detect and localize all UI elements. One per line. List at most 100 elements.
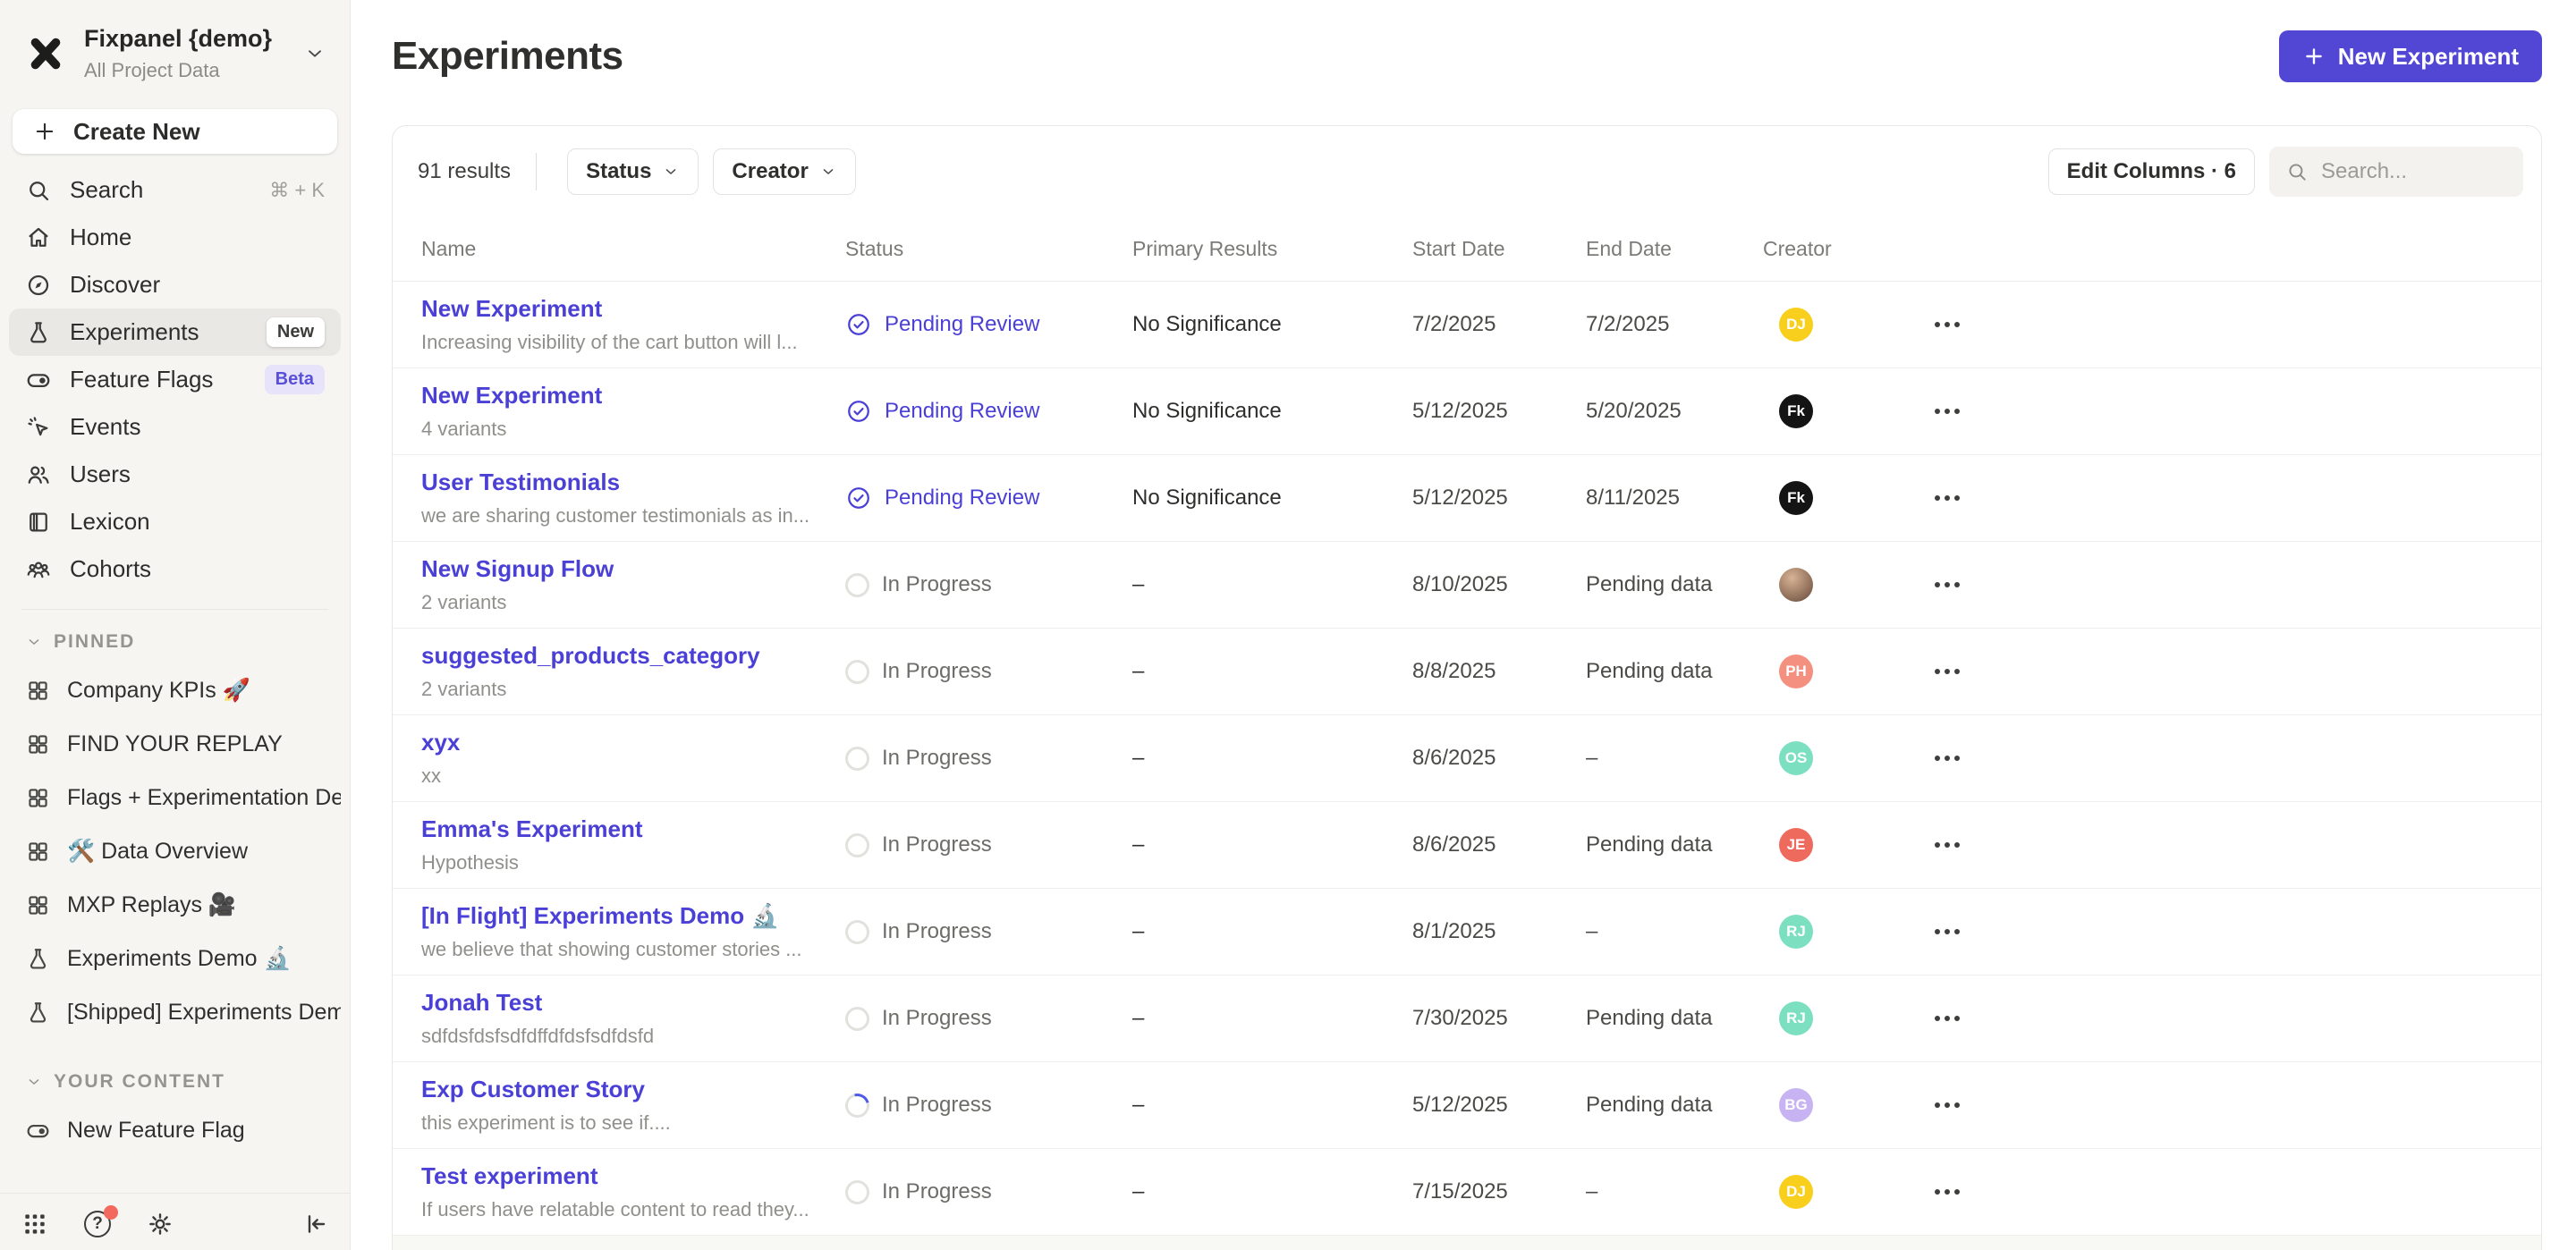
start-date-cell: 8/8/2025 [1412, 659, 1586, 684]
row-actions-button[interactable] [1929, 660, 2512, 683]
experiment-name-link[interactable]: User Testimonials [421, 469, 838, 496]
table-row[interactable]: suggested_products_category 2 variants I… [393, 629, 2541, 715]
end-date-cell: – [1586, 919, 1763, 944]
row-actions-button[interactable] [1929, 400, 2512, 423]
create-new-button[interactable]: Create New [13, 109, 337, 154]
sidebar-item-mxp-replays[interactable]: MXP Replays 🎥 [9, 878, 341, 932]
creator-avatar[interactable]: DJ [1779, 1175, 1813, 1209]
sidebar-item-new-feature-flag[interactable]: New Feature Flag [9, 1103, 341, 1157]
collapse-sidebar-icon[interactable] [300, 1209, 330, 1239]
creator-avatar[interactable]: RJ [1779, 915, 1813, 949]
experiment-name-link[interactable]: Test experiment [421, 1162, 838, 1190]
table-row[interactable]: New Experiment 4 variants Pending Review… [393, 368, 2541, 455]
creator-avatar[interactable]: Fk [1779, 394, 1813, 428]
sidebar-item-company-kpis[interactable]: Company KPIs 🚀 [9, 663, 341, 717]
creator-avatar[interactable]: OS [1779, 741, 1813, 775]
table-row[interactable]: User Testimonials we are sharing custome… [393, 455, 2541, 542]
column-header-primary-results[interactable]: Primary Results [1132, 237, 1412, 261]
row-actions-button[interactable] [1929, 573, 2512, 596]
project-switcher[interactable]: Fixpanel {demo} All Project Data [0, 0, 350, 88]
row-actions-button[interactable] [1929, 1180, 2512, 1204]
column-header-start-date[interactable]: Start Date [1412, 237, 1586, 261]
sidebar-item-find-your-replay[interactable]: FIND YOUR REPLAY [9, 717, 341, 771]
creator-avatar[interactable] [1779, 568, 1813, 602]
table-row[interactable]: Jonah Test sdfdsfdsfsdfdffdfdsfsdfdsfd I… [393, 976, 2541, 1062]
sidebar-item-feature-flags[interactable]: Feature Flags Beta [9, 356, 341, 403]
table-row[interactable]: [In Flight] Experiments Demo 🔬 we believ… [393, 889, 2541, 976]
sidebar-item-events[interactable]: Events [9, 403, 341, 451]
experiment-name-link[interactable]: xyx [421, 729, 838, 756]
row-actions-button[interactable] [1929, 920, 2512, 943]
table-row[interactable]: Emma's Experiment Hypothesis In Progress… [393, 802, 2541, 889]
experiment-name-link[interactable]: Exp Customer Story [421, 1076, 838, 1103]
apps-grid-icon[interactable] [20, 1209, 50, 1239]
experiment-name-link[interactable]: Jonah Test [421, 989, 838, 1017]
creator-avatar[interactable]: RJ [1779, 1001, 1813, 1035]
row-actions-button[interactable] [1929, 833, 2512, 857]
column-header-name[interactable]: Name [421, 237, 845, 261]
status-cell: In Progress [845, 746, 1132, 771]
status-label: In Progress [882, 919, 992, 944]
creator-avatar[interactable]: BG [1779, 1088, 1813, 1122]
creator-avatar[interactable]: DJ [1779, 308, 1813, 342]
edit-columns-button[interactable]: Edit Columns · 6 [2048, 148, 2255, 195]
row-actions-button[interactable] [1929, 1094, 2512, 1117]
column-header-end-date[interactable]: End Date [1586, 237, 1763, 261]
sidebar-item-home[interactable]: Home [9, 214, 341, 261]
sidebar-item-data-overview[interactable]: 🛠️ Data Overview [9, 824, 341, 878]
column-header-creator[interactable]: Creator [1763, 237, 1906, 261]
row-actions-button[interactable] [1929, 747, 2512, 770]
end-date-cell: Pending data [1586, 659, 1763, 684]
experiment-name-link[interactable]: [In Flight] Experiments Demo 🔬 [421, 902, 838, 930]
experiment-name-link[interactable]: New Experiment [421, 382, 838, 410]
in-progress-spinner [845, 660, 869, 684]
sidebar-item-users[interactable]: Users [9, 451, 341, 498]
sidebar-item-discover[interactable]: Discover [9, 261, 341, 308]
experiment-subtitle: sdfdsfdsfsdfdffdfdsfsdfdsfd [421, 1025, 838, 1048]
help-icon[interactable]: ? [82, 1209, 113, 1239]
creator-avatar[interactable]: Fk [1779, 481, 1813, 515]
status-filter-button[interactable]: Status [567, 148, 699, 195]
creator-avatar[interactable]: JE [1779, 828, 1813, 862]
table-row[interactable]: New Experiment Increasing visibility of … [393, 282, 2541, 368]
sidebar-item-cohorts[interactable]: Cohorts [9, 545, 341, 593]
search-input[interactable] [2321, 159, 2507, 184]
users-icon [25, 461, 52, 488]
sidebar-item-search[interactable]: Search ⌘ + K [9, 166, 341, 214]
table-header: Name Status Primary Results Start Date E… [393, 217, 2541, 282]
experiment-name-link[interactable]: Emma's Experiment [421, 815, 838, 843]
new-experiment-button[interactable]: New Experiment [2279, 30, 2542, 82]
experiment-name-link[interactable]: suggested_products_category [421, 642, 838, 670]
start-date-cell: 8/6/2025 [1412, 746, 1586, 771]
primary-results-cell: No Significance [1132, 312, 1412, 337]
chevron-down-icon [25, 633, 43, 651]
column-header-status[interactable]: Status [845, 237, 1132, 261]
experiment-name-link[interactable]: New Signup Flow [421, 555, 838, 583]
sidebar-item-label: FIND YOUR REPLAY [67, 731, 283, 757]
table-row[interactable]: Exp Customer Story this experiment is to… [393, 1062, 2541, 1149]
compass-icon [25, 272, 52, 299]
creator-avatar[interactable]: PH [1779, 655, 1813, 688]
row-actions-button[interactable] [1929, 1007, 2512, 1030]
sidebar-item-experiments[interactable]: Experiments New [9, 308, 341, 356]
row-actions-button[interactable] [1929, 313, 2512, 336]
start-date-cell: 8/1/2025 [1412, 919, 1586, 944]
page-header: Experiments New Experiment [392, 0, 2542, 82]
end-date-cell: 5/20/2025 [1586, 399, 1763, 424]
creator-filter-button[interactable]: Creator [713, 148, 855, 195]
settings-icon[interactable] [145, 1209, 175, 1239]
experiment-name-link[interactable]: New Experiment [421, 295, 838, 323]
sidebar-item-flags-experimentation-demo[interactable]: Flags + Experimentation Demo 🚩 [9, 771, 341, 824]
sidebar-item-experiments-demo[interactable]: Experiments Demo 🔬 [9, 932, 341, 985]
project-name: Fixpanel {demo} [84, 25, 272, 53]
table-row[interactable]: New Signup Flow 2 variants In Progress –… [393, 542, 2541, 629]
row-actions-button[interactable] [1929, 486, 2512, 510]
status-cell: In Progress [845, 1093, 1132, 1118]
table-row[interactable]: xyx xx In Progress – 8/6/2025 – OS [393, 715, 2541, 802]
sidebar-item-lexicon[interactable]: Lexicon [9, 498, 341, 545]
table-row[interactable]: Test experiment If users have relatable … [393, 1149, 2541, 1236]
section-header-your-content[interactable]: YOUR CONTENT [0, 1062, 350, 1103]
section-header-pinned[interactable]: PINNED [0, 622, 350, 663]
sidebar-item-shipped-experiments-demo[interactable]: [Shipped] Experiments Demo 🖊️ [9, 985, 341, 1039]
sidebar-item-label: Discover [70, 271, 160, 299]
